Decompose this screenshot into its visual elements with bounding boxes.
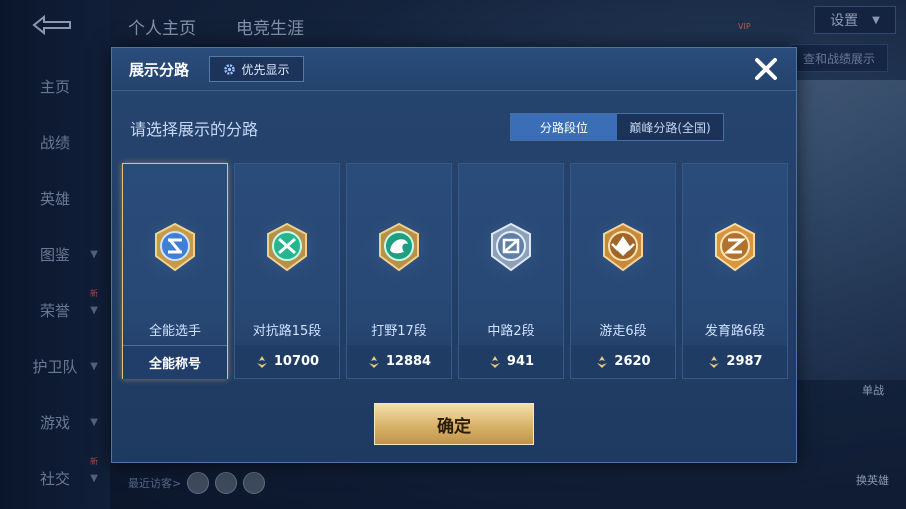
peak-score-icon	[709, 355, 720, 368]
lane-card-score: 2987	[726, 354, 763, 369]
lane-card-footer: 2620	[571, 345, 675, 378]
priority-display-button[interactable]: 优先显示	[209, 56, 304, 82]
lane-card-score: 12884	[385, 354, 432, 369]
lane-card-name: 游走6段	[599, 324, 647, 339]
lane-display-dialog: 展示分路 优先显示 请选择展示的分路 分路段位 巅峰分路(全国) 全能选手 全能…	[111, 47, 797, 463]
tab-label: 分路段位	[539, 120, 588, 135]
lane-card-farm[interactable]: 发育路6段 2987	[682, 163, 788, 379]
dialog-header: 展示分路 优先显示	[112, 48, 796, 91]
confirm-label: 确定	[437, 416, 471, 437]
peak-score-icon	[597, 355, 608, 368]
lane-card-score: 2620	[614, 354, 651, 369]
tab-lane-rank[interactable]: 分路段位	[511, 114, 617, 140]
farm-lane-badge-icon	[715, 222, 755, 272]
lane-card-footer: 12884	[347, 345, 451, 378]
lane-card-score: 10700	[273, 354, 320, 369]
lane-card-footer-text: 全能称号	[148, 357, 201, 372]
dialog-prompt: 请选择展示的分路	[130, 120, 259, 139]
lane-card-name: 中路2段	[487, 324, 535, 339]
lane-card-score: 941	[506, 354, 535, 369]
lane-card-footer: 10700	[235, 345, 339, 378]
lane-card-name: 对抗路15段	[252, 324, 322, 339]
lane-card-allround[interactable]: 全能选手 全能称号	[122, 163, 228, 379]
lane-card-roam[interactable]: 游走6段 2620	[570, 163, 676, 379]
lane-card-mid[interactable]: 中路2段 941	[458, 163, 564, 379]
clash-lane-badge-icon	[267, 222, 307, 272]
lane-card-name: 发育路6段	[704, 324, 766, 339]
dialog-title: 展示分路	[129, 61, 190, 79]
lane-card-footer: 941	[459, 345, 563, 378]
peak-score-icon	[489, 355, 500, 368]
gear-icon	[224, 63, 236, 75]
lane-card-name: 打野17段	[371, 324, 427, 339]
allround-badge-icon	[155, 222, 195, 272]
mid-lane-badge-icon	[491, 222, 531, 272]
lane-card-footer: 2987	[683, 345, 787, 378]
close-icon	[755, 58, 777, 80]
priority-display-label: 优先显示	[241, 62, 290, 77]
lane-card-footer: 全能称号	[123, 345, 227, 379]
lane-type-tabs: 分路段位 巅峰分路(全国)	[510, 113, 724, 141]
peak-score-icon	[368, 355, 379, 368]
roam-badge-icon	[603, 222, 643, 272]
tab-peak-lane[interactable]: 巅峰分路(全国)	[617, 114, 723, 140]
peak-score-icon	[256, 355, 267, 368]
lane-cards: 全能选手 全能称号 对抗路15段 10700 打野17段 12884 中路2段 …	[122, 163, 788, 379]
close-button[interactable]	[752, 55, 780, 83]
lane-card-name: 全能选手	[148, 324, 201, 339]
tab-label: 巅峰分路(全国)	[629, 120, 711, 135]
jungle-dragon-badge-icon	[379, 222, 419, 272]
confirm-button[interactable]: 确定	[374, 403, 534, 445]
lane-card-jungle[interactable]: 打野17段 12884	[346, 163, 452, 379]
lane-card-clash[interactable]: 对抗路15段 10700	[234, 163, 340, 379]
